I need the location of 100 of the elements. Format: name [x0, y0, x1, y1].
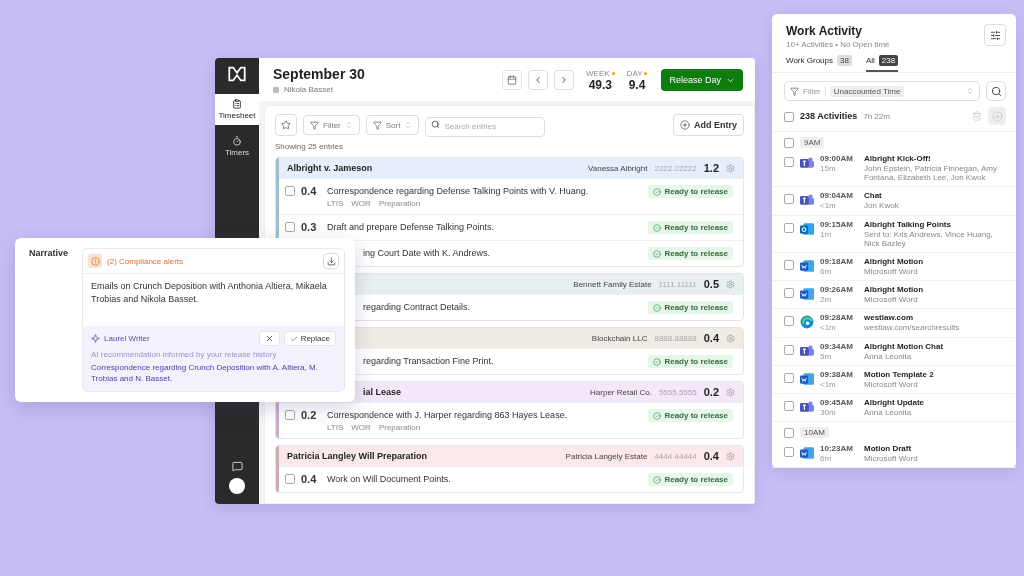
entry-checkbox[interactable] — [285, 474, 295, 484]
activity-checkbox[interactable] — [784, 259, 794, 270]
entry-hours: 0.3 — [301, 221, 318, 233]
sliders-icon — [989, 29, 1001, 41]
plus-circle-icon — [680, 120, 690, 130]
dot-icon — [611, 71, 615, 75]
activity-detail: Microsoft Word — [864, 295, 919, 305]
select-all-checkbox[interactable] — [784, 111, 794, 122]
add-button[interactable] — [988, 107, 1006, 125]
people-app-icon — [800, 399, 814, 414]
suggested-narrative[interactable]: Correspondence regarding Crunch Deposition with A. Altiera, M. Trobias and N. Basset. — [91, 363, 336, 385]
next-button[interactable] — [554, 70, 575, 90]
document-app-icon — [800, 446, 814, 461]
activity-row[interactable]: 09:04AM <1m Chat Jon Kwok — [772, 187, 1016, 216]
hour-checkbox[interactable] — [784, 138, 794, 148]
tab[interactable]: Work Groups 38 — [786, 55, 852, 72]
favorite-button[interactable] — [275, 114, 297, 136]
entry-checkbox[interactable] — [285, 222, 295, 232]
replace-button[interactable]: Replace — [283, 331, 336, 347]
entry-checkbox[interactable] — [285, 186, 295, 196]
close-button[interactable] — [258, 331, 280, 347]
activity-row[interactable]: 10:23AM 6m Motion Draft Microsoft Word — [772, 440, 1016, 469]
activity-row[interactable]: 09:15AM 1m Albright Talking Points Sent to: Kris Andrews, Vince Huang, Nick Bazley — [772, 215, 1016, 253]
settings-button[interactable] — [984, 24, 1006, 46]
settings-icon[interactable] — [726, 387, 735, 397]
chat-icon[interactable] — [231, 461, 243, 472]
activity-detail: Anna Leonita — [864, 407, 913, 418]
search-field[interactable]: Search entries — [425, 116, 546, 137]
hour-checkbox[interactable] — [784, 428, 794, 439]
document-app-icon — [800, 258, 814, 273]
sidebar-item[interactable]: Timers — [215, 131, 259, 162]
stat-label: DAY — [626, 68, 643, 78]
recommendation-hint: AI recommendation informed by your release history — [91, 350, 278, 360]
up-down-icon — [966, 87, 974, 95]
activity-checkbox[interactable] — [784, 316, 794, 327]
download-button[interactable] — [323, 253, 339, 269]
matter-number: 5555.5555 — [658, 387, 697, 397]
search-button[interactable] — [986, 81, 1006, 101]
settings-icon[interactable] — [726, 451, 735, 461]
settings-icon[interactable] — [726, 333, 735, 343]
filter-button[interactable]: Filter — [303, 115, 360, 135]
add-entry-button[interactable]: Add Entry — [673, 114, 744, 136]
matter-number: 1111.11111 — [658, 279, 697, 289]
total-duration: 7h 22m — [863, 111, 890, 121]
check-circle-icon — [653, 475, 662, 484]
activity-checkbox[interactable] — [784, 344, 794, 355]
trash-icon[interactable] — [972, 111, 982, 121]
activity-duration: <1m — [820, 323, 837, 333]
activity-row[interactable]: 09:00AM 15m Albright Kick-Off! John Epstein, Patricia Finnegan, Amy Fontana, Elizabeth Lee, Jon Kwok — [772, 150, 1016, 188]
activity-time: 09:34AM — [820, 341, 854, 351]
activity-title: Albright Update — [864, 397, 925, 407]
compliance-alerts[interactable]: (2) Compliance alerts — [107, 256, 184, 266]
activity-checkbox[interactable] — [784, 372, 794, 383]
close-icon — [264, 334, 274, 344]
activity-checkbox[interactable] — [784, 194, 794, 205]
check-circle-icon — [653, 303, 662, 312]
activity-title: Albright Motion — [864, 256, 925, 266]
search-icon — [990, 85, 1002, 97]
activity-row[interactable]: 09:18AM 6m Albright Motion Microsoft Word — [772, 252, 1016, 282]
entry-checkbox[interactable] — [285, 410, 295, 420]
status-badge: Ready to release — [648, 247, 733, 260]
sort-button[interactable]: Sort — [365, 115, 420, 135]
tab[interactable]: All 238 — [865, 55, 899, 72]
activity-duration: 1m — [820, 229, 833, 239]
activity-checkbox[interactable] — [784, 157, 794, 167]
people-app-icon — [800, 343, 814, 358]
client-name: Bennett Family Estate — [573, 279, 652, 289]
activity-duration: 15m — [820, 164, 837, 173]
calendar-button[interactable] — [502, 70, 523, 90]
activity-time: 09:26AM — [820, 285, 854, 295]
entry-description: Draft and prepare Defense Talking Points. — [327, 221, 495, 232]
activity-checkbox[interactable] — [784, 447, 794, 458]
activity-checkbox[interactable] — [784, 400, 794, 411]
avatar[interactable] — [229, 478, 245, 494]
activity-time: 09:28AM — [820, 313, 854, 323]
activity-row[interactable]: 09:45AM 30m Albright Update Anna Leonita — [772, 393, 1016, 423]
up-down-icon — [344, 121, 353, 129]
activity-row[interactable]: 09:28AM <1m westlaw.com westlaw.com/searchresults — [772, 309, 1016, 338]
entry-description: regarding Contract Details. — [363, 301, 472, 312]
activity-row[interactable]: 09:34AM 5m Albright Motion Chat Anna Leonita — [772, 337, 1016, 366]
narrative-text[interactable]: Emails on Crunch Deposition with Anthonia Altiera, Mikaela Trobias and Nikola Basset. — [83, 274, 344, 327]
filter-field[interactable]: Filter Unaccounted Time — [784, 81, 980, 101]
activity-row[interactable]: 09:26AM 2m Albright Motion Microsoft Word — [772, 281, 1016, 310]
sidebar-item[interactable]: Timesheet — [215, 94, 259, 125]
people-app-icon — [800, 193, 814, 208]
activity-time: 09:45AM — [820, 397, 854, 407]
document-app-icon — [800, 287, 814, 302]
activity-time: 10:23AM — [820, 444, 854, 454]
previous-button[interactable] — [528, 70, 549, 90]
user-marker-icon — [273, 86, 279, 93]
document-app-icon — [800, 371, 814, 386]
entry-tag: WOR — [351, 423, 371, 432]
entry-tag: WOR — [351, 199, 371, 208]
release-day-button[interactable]: Release Day — [661, 69, 743, 91]
settings-icon[interactable] — [726, 163, 735, 173]
activity-checkbox[interactable] — [784, 222, 794, 233]
activity-checkbox[interactable] — [784, 288, 794, 299]
activity-row[interactable]: 09:38AM <1m Motion Template 2 Microsoft Word — [772, 365, 1016, 394]
settings-icon[interactable] — [726, 279, 735, 289]
activity-time: 09:18AM — [820, 256, 854, 266]
